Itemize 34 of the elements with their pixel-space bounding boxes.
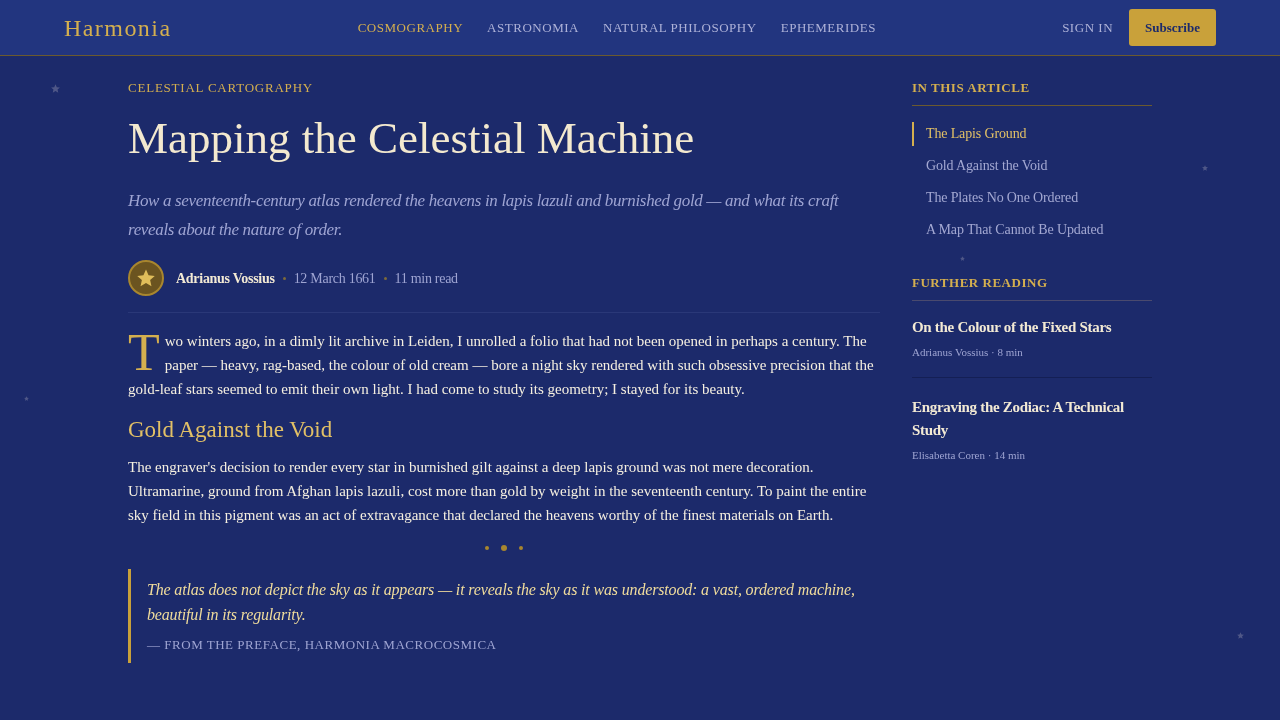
nav-link[interactable]: EPHEMERIDES (780, 17, 876, 38)
article-kicker: CELESTIAL CARTOGRAPHY (128, 80, 314, 96)
nav-link[interactable]: COSMOGRAPHY (357, 17, 464, 38)
star-icon (1237, 632, 1244, 639)
article-link[interactable]: Engraving the Zodiac: A Technical Study (912, 396, 1152, 442)
publish-date: 12 March 1661 (293, 269, 376, 288)
read-time: 11 min read (394, 269, 458, 288)
dots-ornament-icon (485, 545, 523, 551)
quote-attribution: — FROM THE PREFACE, HARMONIA MACROCOSMICA (147, 636, 498, 654)
author-name[interactable]: Adrianus Vossius (176, 267, 275, 289)
star-icon (1202, 165, 1208, 171)
sign-in-link[interactable]: SIGN IN (1062, 17, 1114, 38)
article-subtitle: How a seventeenth-century atlas rendered the heavens in lapis lazuli and burnished gold — and what its craft reveals about the nature of order. (128, 190, 840, 241)
article-title: Mapping the Celestial Machine (128, 112, 696, 165)
star-icon (51, 84, 60, 93)
nav-link[interactable]: NATURAL PHILOSOPHY (602, 17, 757, 38)
nav-link[interactable]: ASTRONOMIA (487, 17, 579, 38)
section-heading: Gold Against the Void (128, 416, 334, 444)
body-paragraph: The engraver's decision to render every star in burnished gilt against a deep lapis ground was not mere decoration. Ultramarine, ground from Afghan lapis lazuli, cost more than gold by weight in the seventeenth century. To paint the entire sky field in this pigment was an act of extravagance that declared the heavens worthy of the finest materials on Earth. (128, 458, 868, 525)
subscribe-button[interactable]: Subscribe (1129, 9, 1216, 46)
article-meta: Adrianus Vossius · 8 min (912, 345, 1024, 359)
author-avatar-icon (128, 260, 164, 296)
toc-heading: IN THIS ARTICLE (912, 80, 1152, 106)
star-icon (24, 396, 29, 401)
toc-link[interactable]: The Lapis Ground (912, 122, 1152, 146)
further-reading-heading: FURTHER READING (912, 275, 1152, 301)
toc-link[interactable]: The Plates No One Ordered (912, 186, 1152, 210)
quote-text: The atlas does not depict the sky as it appears — it reveals the sky as it was understood: a vast, ordered machine, beautiful in its regularity. (147, 580, 856, 626)
toc-link[interactable]: Gold Against the Void (912, 154, 1152, 178)
article-meta: Elisabetta Coren · 14 min (912, 448, 1027, 462)
toc-link[interactable]: A Map That Cannot Be Updated (912, 218, 1152, 242)
site-logo[interactable]: Harmonia (64, 9, 172, 46)
star-icon (960, 256, 965, 261)
article-link[interactable]: On the Colour of the Fixed Stars (912, 316, 1152, 339)
